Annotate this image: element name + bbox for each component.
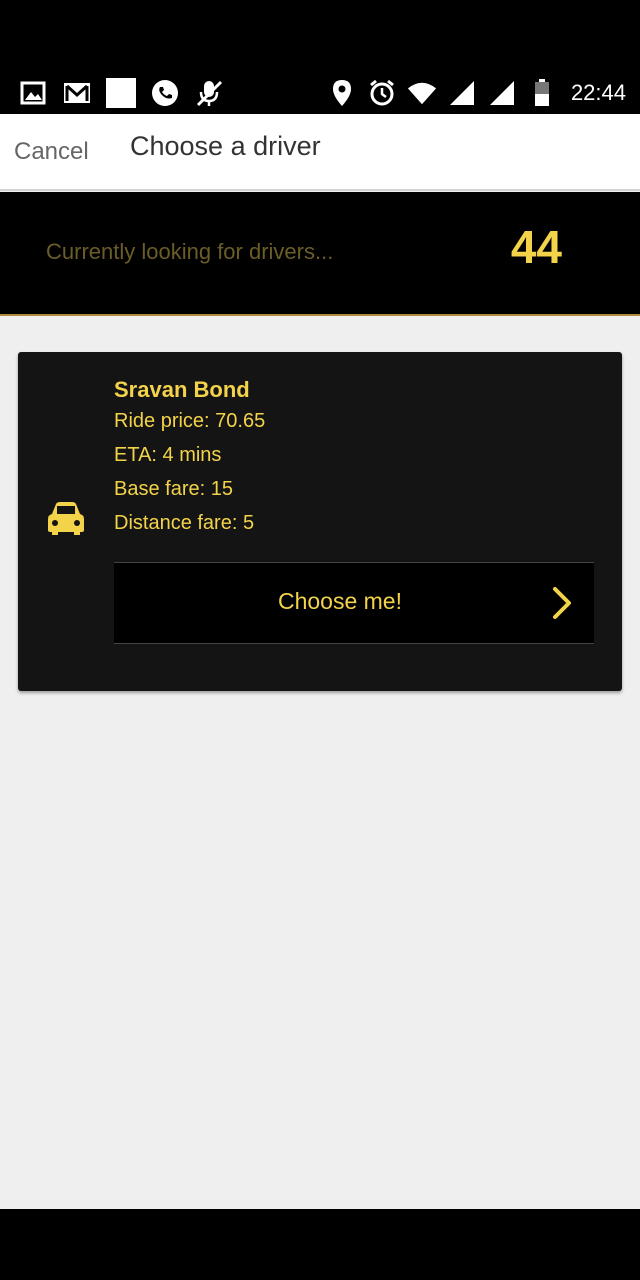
- driver-info: Sravan Bond Ride price: 70.65 ETA: 4 min…: [114, 376, 265, 540]
- battery-icon: [527, 78, 557, 108]
- image-icon: [18, 78, 48, 108]
- distance-fare: Distance fare: 5: [114, 512, 255, 534]
- status-bar: 22:44: [0, 72, 640, 114]
- mute-mic-icon: [194, 78, 224, 108]
- status-bar-top: [0, 0, 640, 72]
- wifi-icon: [407, 78, 437, 108]
- eta: ETA: 4 mins: [114, 444, 222, 466]
- clock-time: 22:44: [570, 80, 626, 105]
- blank-square-icon: [106, 78, 136, 108]
- choose-driver-button[interactable]: Choose me!: [114, 562, 594, 644]
- search-countdown: 44: [510, 221, 562, 273]
- gmail-icon: [62, 78, 92, 108]
- page-title: Choose a driver: [130, 131, 321, 161]
- alarm-icon: [367, 78, 397, 108]
- cancel-button[interactable]: Cancel: [14, 138, 89, 166]
- search-status-banner: Currently looking for drivers... 44: [0, 192, 640, 316]
- whatsapp-icon: [150, 78, 180, 108]
- car-icon: [46, 500, 86, 536]
- choose-button-label: Choose me!: [277, 588, 402, 614]
- location-icon: [327, 78, 357, 108]
- app-header: Cancel Choose a driver: [0, 114, 640, 191]
- search-status-text: Currently looking for drivers...: [46, 239, 334, 264]
- notification-icons: [18, 78, 224, 108]
- driver-card: Sravan Bond Ride price: 70.65 ETA: 4 min…: [18, 352, 622, 691]
- chevron-right-icon: [550, 585, 574, 621]
- driver-name: Sravan Bond: [114, 377, 250, 402]
- signal-icon: [447, 78, 477, 108]
- ride-price: Ride price: 70.65: [114, 410, 266, 432]
- signal-icon: [487, 78, 517, 108]
- system-icons: 22:44: [327, 78, 626, 108]
- navigation-bar: [0, 1209, 640, 1280]
- base-fare: Base fare: 15: [114, 478, 233, 500]
